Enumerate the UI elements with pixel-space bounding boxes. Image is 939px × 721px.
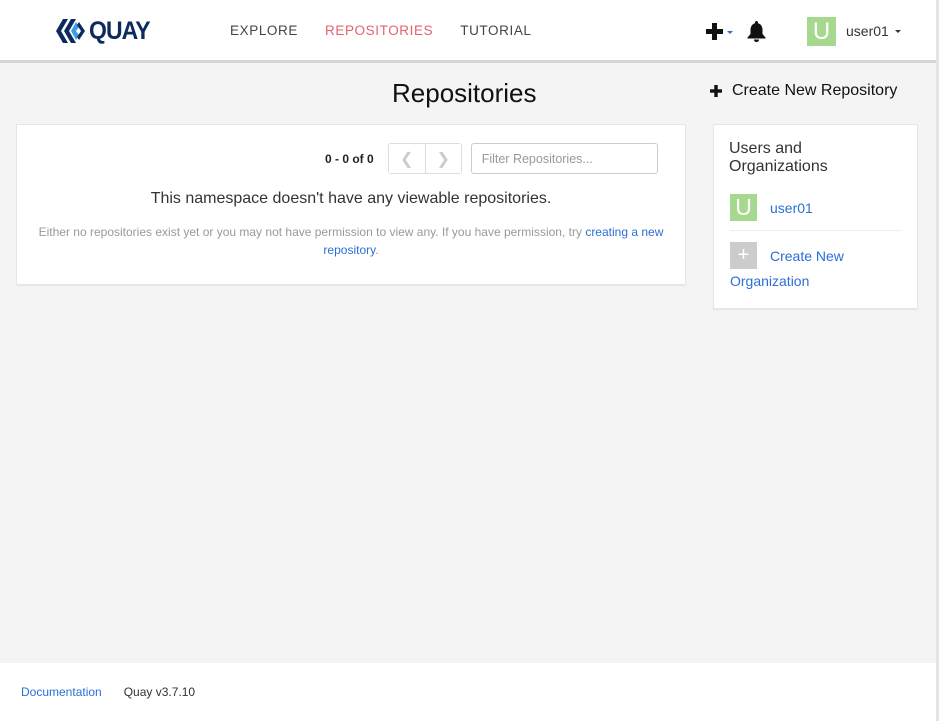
nav-repositories[interactable]: REPOSITORIES bbox=[325, 22, 433, 40]
caret-down-icon bbox=[894, 30, 901, 33]
divider bbox=[730, 230, 901, 231]
page: QUAY EXPLORE REPOSITORIES TUTORIAL U use… bbox=[0, 0, 939, 721]
filter-repositories-input[interactable] bbox=[470, 143, 658, 174]
pagination: 0 - 0 of 0 ❮ ❯ bbox=[325, 143, 658, 174]
create-new-repository-link[interactable]: Create New Repository bbox=[710, 82, 897, 100]
create-new-organization-link[interactable]: + Create New Organization bbox=[730, 242, 900, 293]
footer: Documentation Quay v3.7.10 bbox=[0, 663, 936, 721]
create-menu-button[interactable] bbox=[706, 22, 733, 40]
nav-right: U user01 bbox=[706, 15, 901, 47]
previous-page-button[interactable]: ❮ bbox=[388, 144, 425, 173]
documentation-link[interactable]: Documentation bbox=[21, 685, 102, 699]
empty-state-description: Either no repositories exist yet or you … bbox=[33, 223, 669, 259]
plus-icon bbox=[706, 22, 723, 40]
page-count: 0 - 0 of 0 bbox=[325, 151, 374, 166]
namespace-name: user01 bbox=[770, 199, 813, 216]
notifications-button[interactable] bbox=[747, 20, 766, 42]
version-label: Quay v3.7.10 bbox=[123, 685, 196, 699]
quay-logo-icon bbox=[56, 19, 85, 43]
repositories-panel: 0 - 0 of 0 ❮ ❯ This namespace doesn't ha… bbox=[16, 124, 686, 285]
nav-explore[interactable]: EXPLORE bbox=[230, 22, 298, 40]
logo-text: QUAY bbox=[89, 17, 151, 45]
namespace-user01[interactable]: U user01 bbox=[730, 194, 813, 221]
plus-icon: + bbox=[730, 242, 757, 270]
user-menu[interactable]: U user01 bbox=[807, 16, 901, 46]
empty-state-text: Either no repositories exist yet or you … bbox=[38, 225, 586, 239]
chevron-right-icon: ❯ bbox=[436, 150, 450, 168]
footer-links: Documentation Quay v3.7.10 bbox=[21, 685, 195, 699]
user-avatar: U bbox=[730, 194, 757, 221]
top-navbar: QUAY EXPLORE REPOSITORIES TUTORIAL U use… bbox=[0, 0, 936, 63]
empty-state-title: This namespace doesn't have any viewable… bbox=[150, 190, 552, 207]
create-new-repository-label: Create New Repository bbox=[732, 82, 898, 99]
next-page-button[interactable]: ❯ bbox=[424, 144, 461, 173]
user-name: user01 bbox=[846, 23, 889, 39]
pager-buttons: ❮ ❯ bbox=[387, 143, 462, 174]
main-nav: EXPLORE REPOSITORIES TUTORIAL bbox=[230, 22, 559, 40]
quay-logo[interactable]: QUAY bbox=[56, 16, 155, 46]
user-avatar: U bbox=[807, 16, 836, 46]
nav-tutorial[interactable]: TUTORIAL bbox=[460, 22, 531, 40]
empty-state-period: . bbox=[375, 243, 379, 257]
plus-icon bbox=[710, 85, 722, 97]
page-title-text: Repositories bbox=[392, 78, 537, 108]
chevron-left-icon: ❮ bbox=[399, 150, 414, 168]
users-and-organizations-panel: Users and Organizations U user01 + Create… bbox=[713, 124, 918, 309]
bell-icon bbox=[747, 20, 766, 42]
caret-down-icon bbox=[727, 30, 733, 34]
panel-title: Users and Organizations bbox=[729, 140, 828, 175]
